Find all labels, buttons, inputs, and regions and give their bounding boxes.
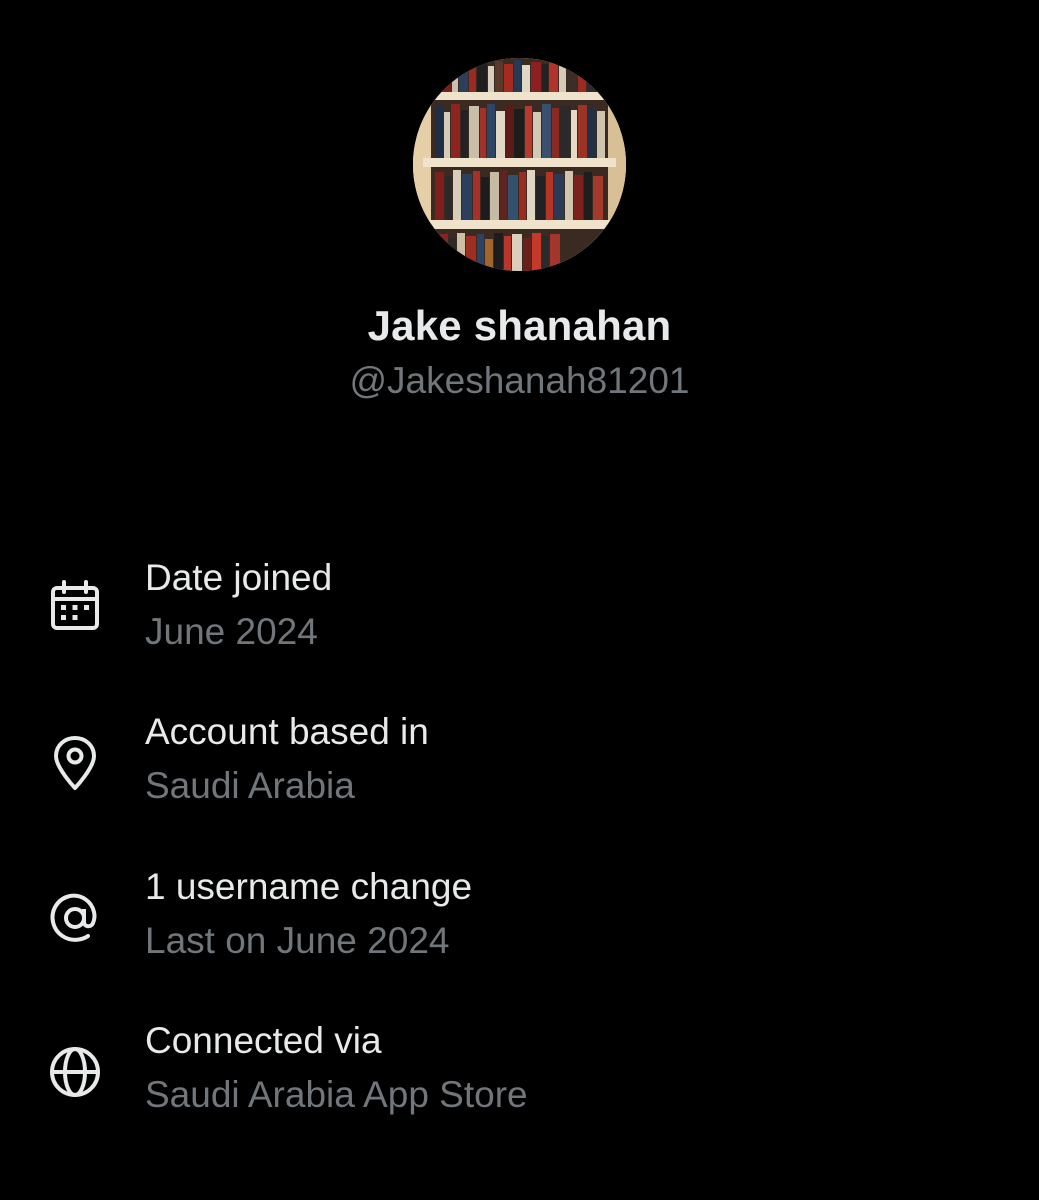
- profile-avatar[interactable]: [413, 58, 626, 271]
- globe-icon: [44, 1041, 106, 1103]
- about-row-connected-via: Connected via Saudi Arabia App Store: [0, 1020, 1039, 1150]
- location-pin-icon: [44, 732, 106, 794]
- about-row-username-change: 1 username change Last on June 2024: [0, 866, 1039, 996]
- about-row-account-based-in: Account based in Saudi Arabia: [0, 711, 1039, 841]
- about-row-date-joined: Date joined June 2024: [0, 557, 1039, 687]
- about-label: 1 username change: [145, 866, 473, 907]
- about-label: Date joined: [145, 557, 333, 598]
- at-sign-icon: [44, 887, 106, 949]
- profile-handle: @Jakeshanah81201: [349, 360, 690, 401]
- about-label: Connected via: [145, 1020, 382, 1061]
- about-value: Last on June 2024: [145, 920, 450, 961]
- about-value: Saudi Arabia: [145, 765, 355, 806]
- about-value: June 2024: [145, 611, 318, 652]
- profile-display-name: Jake shanahan: [367, 302, 672, 349]
- calendar-icon: [44, 578, 106, 640]
- about-label: Account based in: [145, 711, 429, 752]
- about-value: Saudi Arabia App Store: [145, 1074, 528, 1115]
- bookshelf-image: [413, 58, 626, 271]
